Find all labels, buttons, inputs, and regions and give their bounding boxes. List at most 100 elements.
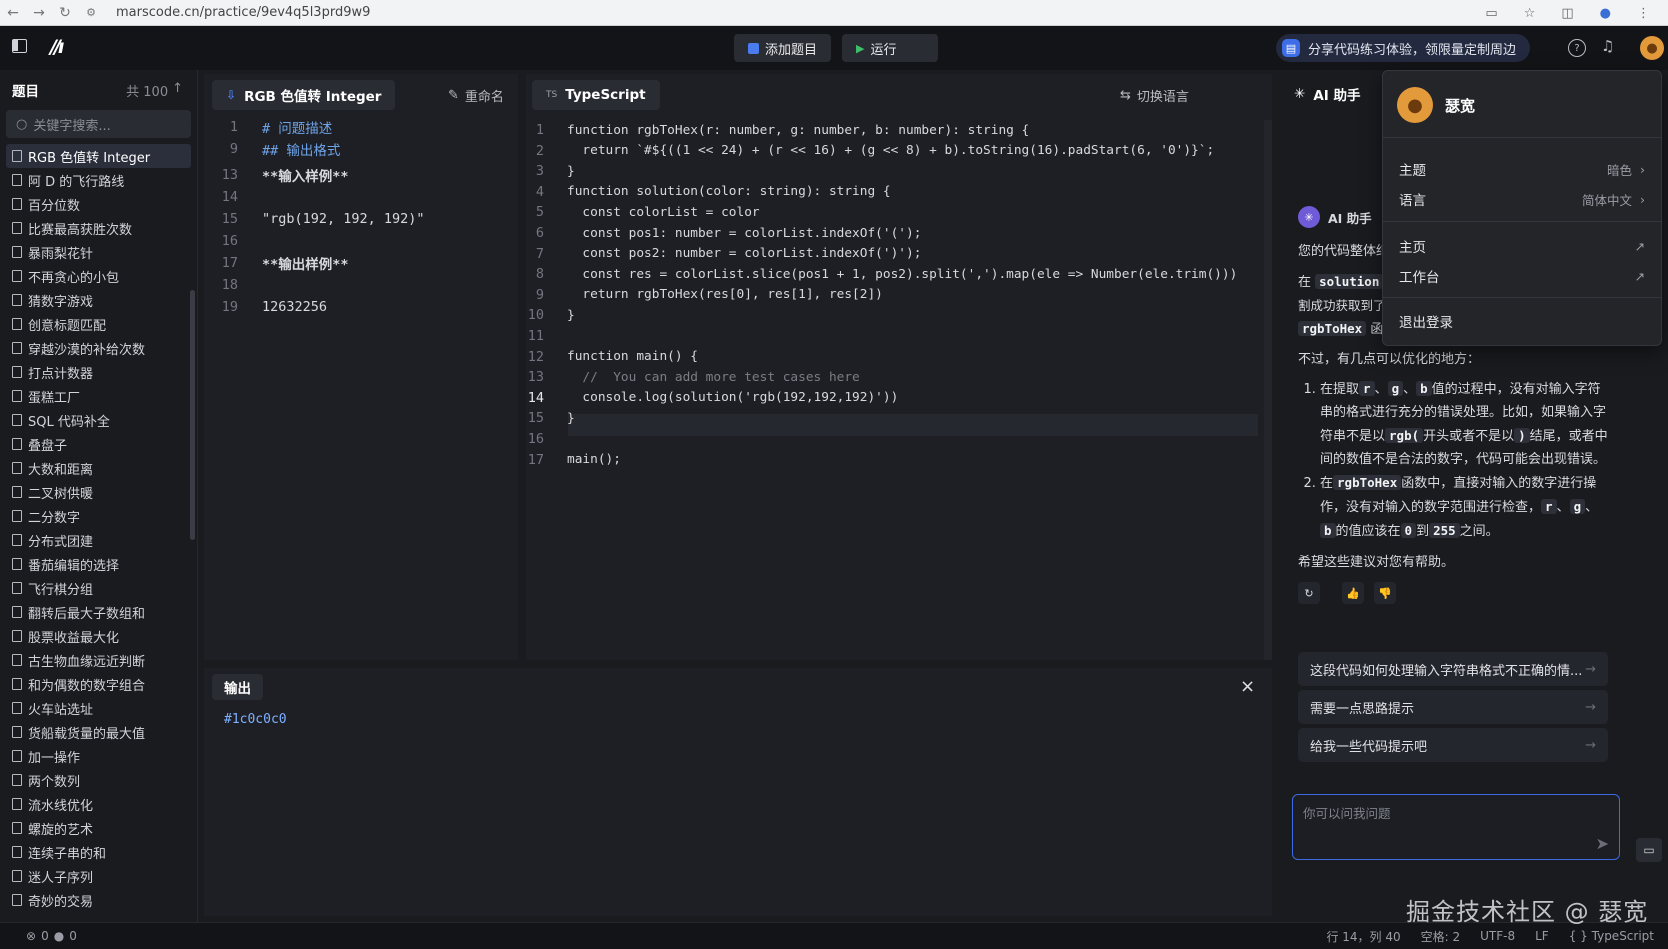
menu-label: 主题 bbox=[1399, 163, 1426, 179]
markdown-line: 16 bbox=[204, 230, 262, 252]
sidebar-problem-item[interactable]: 加一操作 bbox=[0, 744, 197, 768]
sidebar-problem-item[interactable]: 迷人子序列 bbox=[0, 864, 197, 888]
user-avatar[interactable]: ● bbox=[1640, 36, 1664, 60]
notification-bell-icon[interactable]: ♫ bbox=[1601, 37, 1614, 55]
menu-item-workspace[interactable]: 工作台 ↗ bbox=[1399, 262, 1645, 290]
sidebar-problem-item[interactable]: 番茄编辑的选择 bbox=[0, 552, 197, 576]
regenerate-icon[interactable]: ↻ bbox=[1298, 582, 1320, 604]
sidebar-problem-item[interactable]: 穿越沙漠的补给次数 bbox=[0, 336, 197, 360]
code-text: function rgbToHex(r: number, g: number, … bbox=[567, 122, 1030, 138]
sidebar-problem-item[interactable]: 蛋糕工厂 bbox=[0, 384, 197, 408]
help-icon[interactable]: ? bbox=[1568, 39, 1586, 57]
sidebar-problem-item[interactable]: 百分位数 bbox=[0, 192, 197, 216]
send-icon[interactable]: ➤ bbox=[1596, 834, 1609, 853]
problems-indicator[interactable]: ⊗ 0 ● 0 bbox=[26, 929, 77, 943]
sidebar-problem-item[interactable]: 猜数字游戏 bbox=[0, 288, 197, 312]
switch-language-button[interactable]: ⇆ 切换语言 bbox=[1120, 86, 1189, 105]
line-number: 12 bbox=[527, 348, 544, 365]
sidebar-problem-item[interactable]: 螺旋的艺术 bbox=[0, 816, 197, 840]
close-output-icon[interactable]: × bbox=[1240, 676, 1255, 697]
file-icon bbox=[12, 318, 22, 330]
sidebar-problem-item[interactable]: 两个数列 bbox=[0, 768, 197, 792]
menu-item-home[interactable]: 主页 ↗ bbox=[1399, 232, 1645, 260]
user-avatar-large: ● bbox=[1397, 87, 1433, 123]
sidebar-problem-item[interactable]: 二叉树供暖 bbox=[0, 480, 197, 504]
sidebar-problem-item[interactable]: RGB 色值转 Integer bbox=[6, 144, 191, 168]
sidebar-problem-item[interactable]: 奇妙的交易 bbox=[0, 888, 197, 912]
encoding[interactable]: UTF-8 bbox=[1480, 929, 1515, 943]
output-tab[interactable]: 输出 bbox=[212, 674, 263, 700]
address-bar[interactable]: marscode.cn/practice/9ev4q5l3prd9w9 bbox=[116, 5, 370, 20]
file-icon bbox=[12, 774, 22, 786]
menu-item-theme[interactable]: 主题 暗色 › bbox=[1399, 155, 1645, 183]
cursor-position[interactable]: 行 14，列 40 bbox=[1326, 928, 1400, 945]
toggle-sidebar-icon[interactable] bbox=[12, 39, 27, 53]
reload-icon[interactable]: ↻ bbox=[52, 5, 78, 21]
ai-chat-input[interactable]: 你可以问我问题 ➤ bbox=[1292, 794, 1620, 860]
sidebar-problem-item[interactable]: 阿 D 的飞行路线 bbox=[0, 168, 197, 192]
ai-text: 、 bbox=[1556, 500, 1570, 515]
marscode-logo[interactable]: //ı bbox=[50, 36, 65, 58]
line-number: 1 bbox=[229, 119, 238, 135]
forward-icon[interactable]: → bbox=[26, 5, 52, 21]
editor-scrollbar[interactable] bbox=[1264, 120, 1272, 660]
prompt-suggestion[interactable]: 给我一些代码提示吧 → bbox=[1298, 728, 1608, 762]
back-icon[interactable]: ← bbox=[0, 5, 26, 21]
sidebar-count[interactable]: 共 100 ↑ bbox=[126, 81, 183, 100]
sidebar-problem-item[interactable]: 分布式团建 bbox=[0, 528, 197, 552]
sidebar-problem-item[interactable]: 不再贪心的小包 bbox=[0, 264, 197, 288]
file-icon bbox=[12, 438, 22, 450]
problem-tab[interactable]: ⇩ RGB 色值转 Integer bbox=[212, 80, 396, 110]
line-number: 18 bbox=[221, 277, 238, 293]
problem-title: 二分数字 bbox=[28, 510, 81, 526]
sidebar-scrollbar[interactable] bbox=[190, 290, 195, 540]
sidebar-problem-item[interactable]: 二分数字 bbox=[0, 504, 197, 528]
sidebar-problem-item[interactable]: 暴雨梨花针 bbox=[0, 240, 197, 264]
sidebar-problem-item[interactable]: 连续子串的和 bbox=[0, 840, 197, 864]
thumbs-down-icon[interactable]: 👎 bbox=[1374, 582, 1396, 604]
thumbs-up-icon[interactable]: 👍 bbox=[1342, 582, 1364, 604]
sidebar-problem-item[interactable]: 股票收益最大化 bbox=[0, 624, 197, 648]
bookmark-star-icon[interactable]: ☆ bbox=[1524, 6, 1536, 21]
language-mode[interactable]: { } TypeScript bbox=[1569, 929, 1654, 943]
indentation[interactable]: 空格: 2 bbox=[1421, 928, 1461, 945]
run-button[interactable]: ▶ 运行 bbox=[842, 34, 938, 62]
panel-layout-icon[interactable]: ▭ bbox=[1636, 838, 1662, 862]
sidebar-problem-item[interactable]: 古生物血缘远近判断 bbox=[0, 648, 197, 672]
sidebar-problem-item[interactable]: 和为偶数的数字组合 bbox=[0, 672, 197, 696]
sidebar-problem-item[interactable]: 比赛最高获胜次数 bbox=[0, 216, 197, 240]
sidebar-problem-item[interactable]: 叠盘子 bbox=[0, 432, 197, 456]
ai-paragraph: 不过，有几点可以优化的地方： bbox=[1298, 352, 1481, 367]
share-banner[interactable]: ▤ 分享代码练习体验，领限量定制周边 bbox=[1276, 34, 1531, 62]
menu-item-language[interactable]: 语言 简体中文 › bbox=[1399, 185, 1645, 213]
sidebar-problem-item[interactable]: 飞行棋分组 bbox=[0, 576, 197, 600]
profile-icon[interactable]: ● bbox=[1600, 6, 1611, 21]
language-tab[interactable]: TS TypeScript bbox=[532, 80, 660, 110]
line-number: 9 bbox=[229, 141, 238, 157]
code-editor[interactable]: TS TypeScript ⇆ 切换语言 1 function rgbToHex(… bbox=[526, 74, 1272, 660]
site-info-icon[interactable]: ⚙ bbox=[78, 6, 104, 19]
prompt-suggestion[interactable]: 这段代码如何处理输入字符串格式不正确的情... → bbox=[1298, 652, 1608, 686]
search-input[interactable]: ○ 关键字搜索... bbox=[6, 110, 191, 138]
code-text: main(); bbox=[567, 452, 621, 468]
sidebar-problem-item[interactable]: 火车站选址 bbox=[0, 696, 197, 720]
sidebar-problem-item[interactable]: 创意标题匹配 bbox=[0, 312, 197, 336]
file-icon bbox=[12, 246, 22, 258]
browser-menu-icon[interactable]: ⋮ bbox=[1637, 6, 1650, 21]
sidebar-title: 题目 bbox=[12, 84, 39, 100]
chevron-right-icon: › bbox=[1640, 191, 1645, 207]
sidebar-problem-item[interactable]: 翻转后最大子数组和 bbox=[0, 600, 197, 624]
prompt-suggestion[interactable]: 需要一点思路提示 → bbox=[1298, 690, 1608, 724]
ai-text: 在 bbox=[1298, 275, 1312, 290]
add-problem-button[interactable]: 添加题目 bbox=[734, 34, 832, 62]
sidebar-problem-item[interactable]: 打点计数器 bbox=[0, 360, 197, 384]
sidebar-problem-item[interactable]: 流水线优化 bbox=[0, 792, 197, 816]
extensions-icon[interactable]: ◫ bbox=[1561, 6, 1573, 21]
menu-item-logout[interactable]: 退出登录 bbox=[1399, 307, 1645, 335]
rename-button[interactable]: ✎ 重命名 bbox=[448, 86, 504, 105]
sidebar-problem-item[interactable]: 大数和距离 bbox=[0, 456, 197, 480]
sidebar-problem-item[interactable]: SQL 代码补全 bbox=[0, 408, 197, 432]
cast-icon[interactable]: ▭ bbox=[1485, 6, 1497, 21]
line-ending[interactable]: LF bbox=[1535, 929, 1549, 943]
sidebar-problem-item[interactable]: 货船载货量的最大值 bbox=[0, 720, 197, 744]
